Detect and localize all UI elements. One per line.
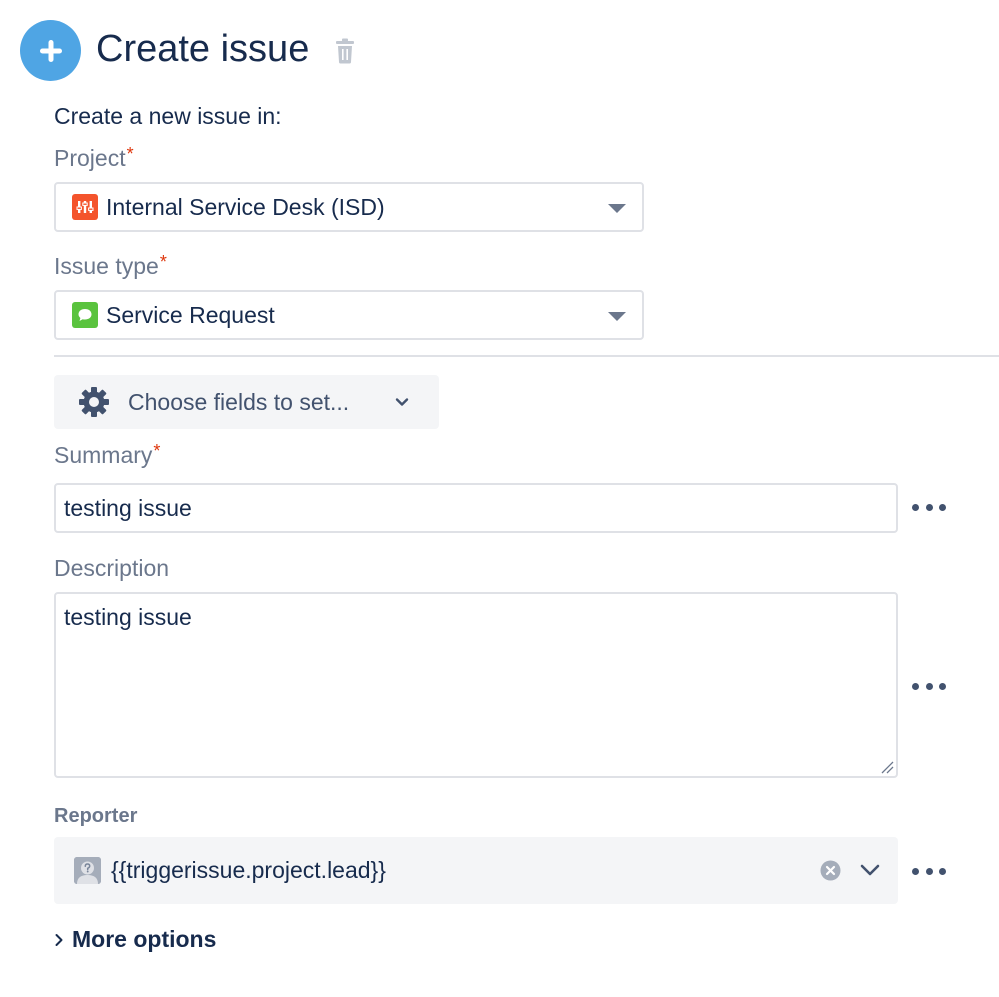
dot bbox=[939, 682, 946, 690]
clear-icon[interactable] bbox=[820, 860, 841, 881]
reporter-select[interactable]: {{triggerissue.project.lead}} bbox=[54, 837, 898, 904]
dot bbox=[939, 503, 946, 511]
choose-fields-label: Choose fields to set... bbox=[128, 388, 350, 415]
avatar bbox=[74, 857, 101, 884]
chevron-right-icon bbox=[55, 933, 63, 946]
project-label: Project* bbox=[54, 143, 134, 173]
description-textarea[interactable]: testing issue bbox=[54, 592, 898, 778]
project-select[interactable]: Internal Service Desk (ISD) bbox=[54, 182, 644, 232]
dot bbox=[939, 867, 946, 875]
create-issue-icon bbox=[20, 20, 81, 81]
required-marker: * bbox=[159, 252, 167, 272]
reporter-value: {{triggerissue.project.lead}} bbox=[111, 857, 386, 883]
dot bbox=[925, 867, 933, 875]
reporter-label: Reporter bbox=[54, 805, 138, 827]
summary-label: Summary* bbox=[54, 440, 160, 470]
dot bbox=[912, 867, 919, 875]
chevron-down-icon bbox=[395, 398, 409, 406]
resize-handle-icon[interactable] bbox=[880, 760, 894, 774]
dot bbox=[925, 503, 933, 511]
dot bbox=[925, 682, 933, 690]
choose-fields-button[interactable]: Choose fields to set... bbox=[54, 375, 439, 429]
caret-down-icon bbox=[608, 312, 626, 321]
project-icon bbox=[72, 194, 98, 220]
issue-type-label: Issue type* bbox=[54, 251, 167, 281]
divider bbox=[54, 355, 999, 357]
intro-text: Create a new issue in: bbox=[54, 103, 282, 129]
plus-icon bbox=[39, 39, 62, 62]
issue-type-label-text: Issue type bbox=[54, 253, 159, 279]
summary-input[interactable]: testing issue bbox=[54, 483, 898, 533]
page-title: Create issue bbox=[96, 28, 310, 70]
summary-label-text: Summary bbox=[54, 442, 153, 468]
required-marker: * bbox=[153, 441, 161, 461]
summary-more-icon[interactable] bbox=[912, 502, 946, 512]
more-options-label: More options bbox=[72, 926, 217, 952]
dot bbox=[912, 682, 919, 690]
trash-icon[interactable] bbox=[334, 38, 356, 64]
gear-icon bbox=[79, 387, 109, 417]
project-label-text: Project bbox=[54, 145, 126, 171]
issue-type-select[interactable]: Service Request bbox=[54, 290, 644, 340]
chevron-down-icon[interactable] bbox=[859, 861, 881, 879]
more-options-toggle[interactable]: More options bbox=[52, 926, 216, 953]
caret-down-icon bbox=[608, 204, 626, 213]
description-label: Description bbox=[54, 553, 169, 583]
description-more-icon[interactable] bbox=[912, 681, 946, 691]
dot bbox=[912, 503, 919, 511]
description-value: testing issue bbox=[64, 604, 192, 630]
user-placeholder-icon bbox=[74, 857, 101, 884]
reporter-more-icon[interactable] bbox=[912, 866, 946, 876]
project-value: Internal Service Desk (ISD) bbox=[106, 193, 385, 220]
description-label-text: Description bbox=[54, 555, 170, 581]
issue-type-value: Service Request bbox=[106, 301, 275, 328]
service-request-icon bbox=[72, 302, 98, 328]
required-marker: * bbox=[126, 144, 134, 164]
